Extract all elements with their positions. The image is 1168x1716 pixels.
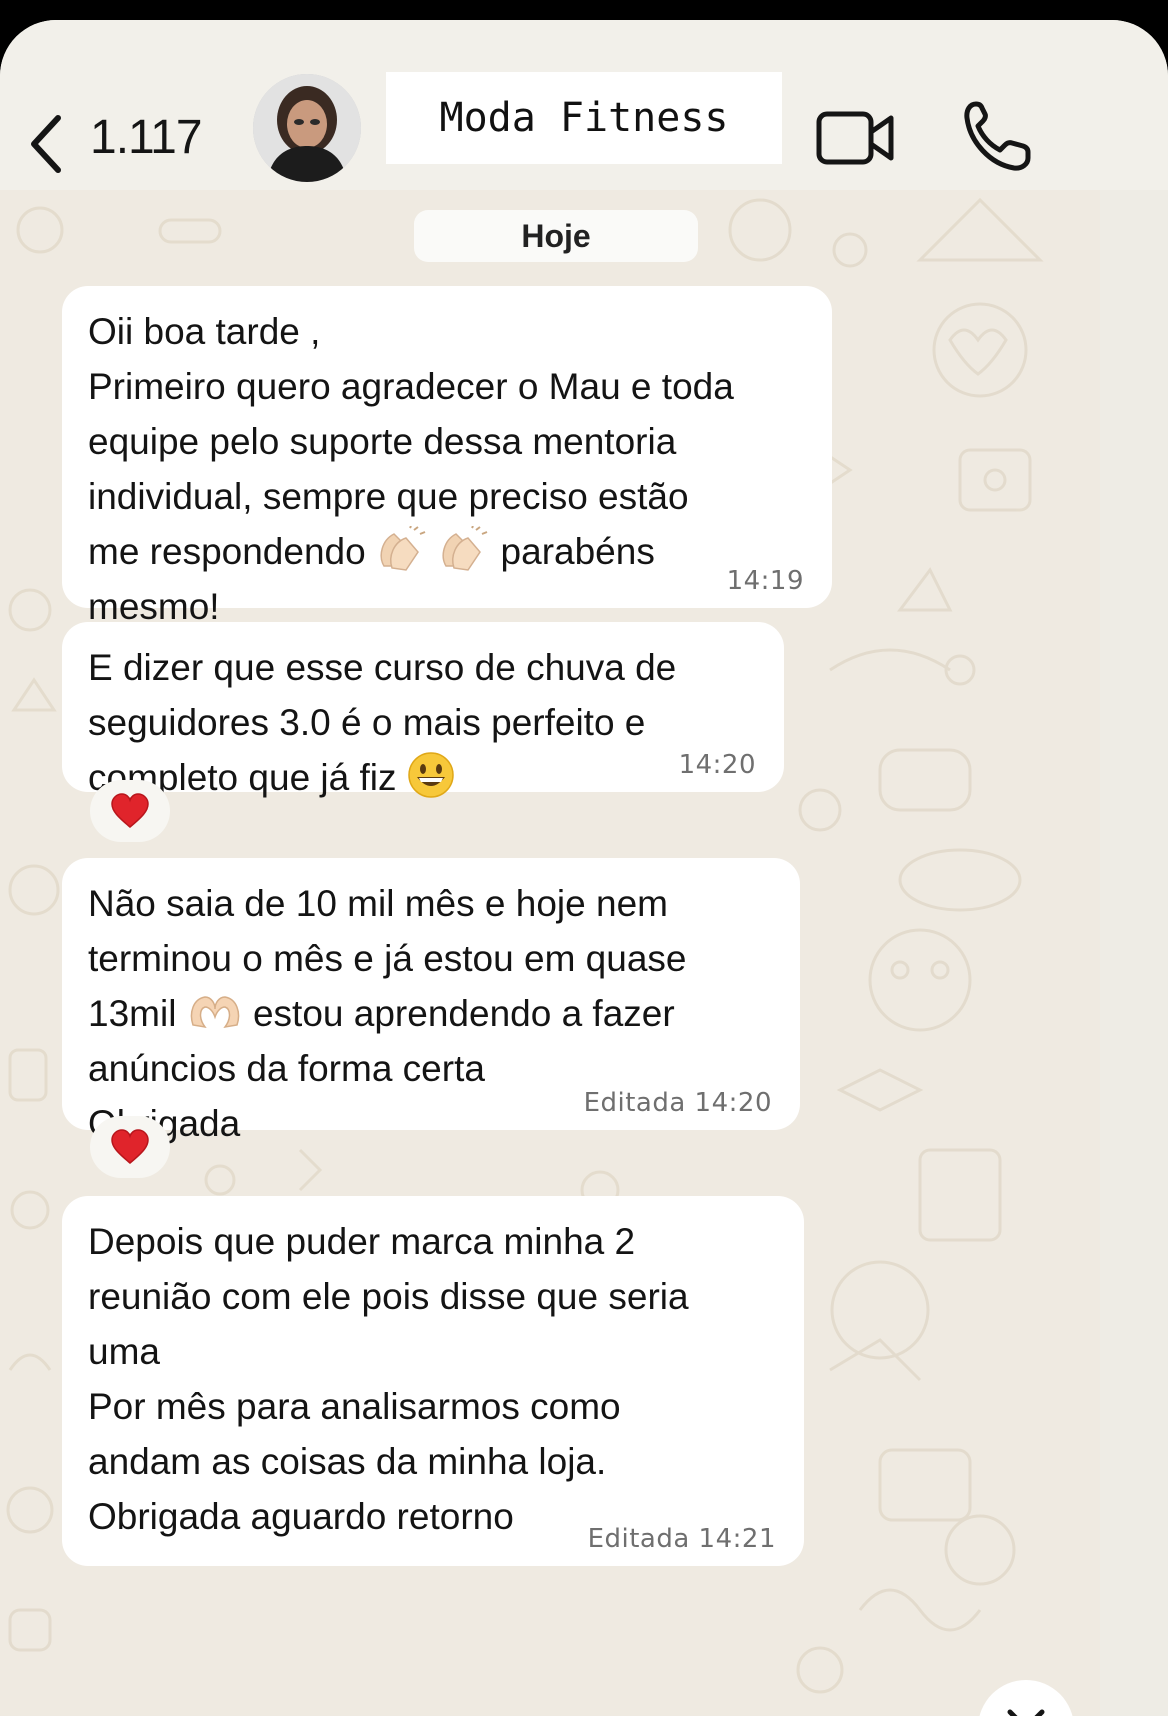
message-line-with-emoji: me respondendo parabéns bbox=[88, 524, 806, 579]
message-line: seguidores 3.0 é o mais perfeito e bbox=[88, 702, 646, 743]
video-camera-icon[interactable] bbox=[815, 106, 897, 170]
message-line: Oii boa tarde , bbox=[88, 311, 321, 352]
chat-title-box[interactable]: Moda Fitness bbox=[386, 72, 782, 164]
message-line: equipe pelo suporte dessa mentoria bbox=[88, 421, 677, 462]
message-segment: me respondendo bbox=[88, 531, 366, 572]
chat-title: Moda Fitness bbox=[439, 95, 729, 141]
message-line: uma bbox=[88, 1331, 160, 1372]
avatar[interactable] bbox=[253, 74, 361, 182]
message-line: individual, sempre que preciso estão bbox=[88, 476, 689, 517]
phone-screen: 1.117 Moda Fitness Hoje Oii boa tarde , … bbox=[0, 20, 1168, 1716]
message-line: E dizer que esse curso de chuva de bbox=[88, 647, 677, 688]
clapping-hands-icon bbox=[442, 526, 488, 572]
message-text: E dizer que esse curso de chuva de segui… bbox=[88, 640, 758, 805]
message-bubble[interactable]: Não saia de 10 mil mês e hoje nem termin… bbox=[62, 858, 800, 1144]
chat-area[interactable]: Hoje Oii boa tarde , Primeiro quero agra… bbox=[0, 190, 1100, 1716]
message-time: Editada 14:21 bbox=[587, 1524, 776, 1554]
message-text: Oii boa tarde , Primeiro quero agradecer… bbox=[88, 304, 806, 634]
message-line: Por mês para analisarmos como bbox=[88, 1386, 621, 1427]
message-bubble[interactable]: Depois que puder marca minha 2 reunião c… bbox=[62, 1196, 804, 1566]
heart-icon bbox=[111, 1129, 149, 1164]
message-line-with-emoji: 13mil estou aprendendo a fazer bbox=[88, 986, 774, 1041]
message-line-with-emoji: completo que já fiz bbox=[88, 750, 758, 805]
reaction-badge[interactable]: ❤️ bbox=[90, 780, 170, 842]
grinning-face-icon bbox=[408, 752, 454, 798]
avatar-photo bbox=[253, 74, 361, 182]
message-text: Depois que puder marca minha 2 reunião c… bbox=[88, 1214, 778, 1544]
message-line: Não saia de 10 mil mês e hoje nem bbox=[88, 883, 668, 924]
message-line: reunião com ele pois disse que seria bbox=[88, 1276, 689, 1317]
message-bubble[interactable]: E dizer que esse curso de chuva de segui… bbox=[62, 622, 784, 798]
message-line: terminou o mês e já estou em quase bbox=[88, 938, 687, 979]
date-separator: Hoje bbox=[414, 210, 698, 262]
reaction-badge[interactable]: ❤️ bbox=[90, 1116, 170, 1178]
message-segment: estou aprendendo a fazer bbox=[252, 993, 675, 1034]
chevron-left-icon bbox=[31, 115, 61, 173]
message-time: 14:20 bbox=[678, 750, 756, 780]
chevron-down-icon bbox=[1007, 1709, 1045, 1716]
message-segment: 13mil bbox=[88, 993, 177, 1034]
clapping-hands-icon bbox=[380, 526, 426, 572]
chat-header: 1.117 Moda Fitness bbox=[0, 20, 1168, 190]
scroll-to-bottom-button[interactable] bbox=[978, 1680, 1074, 1716]
message-time: 14:19 bbox=[726, 566, 804, 596]
message-time: Editada 14:20 bbox=[583, 1088, 772, 1118]
back-button[interactable]: 1.117 bbox=[26, 100, 226, 190]
heart-hands-icon bbox=[190, 996, 239, 1029]
message-line: andam as coisas da minha loja. bbox=[88, 1441, 607, 1482]
phone-icon[interactable] bbox=[962, 98, 1032, 174]
unread-count: 1.117 bbox=[90, 111, 203, 164]
message-segment: parabéns bbox=[500, 531, 655, 572]
message-line: Depois que puder marca minha 2 bbox=[88, 1221, 636, 1262]
message-bubble[interactable]: Oii boa tarde , Primeiro quero agradecer… bbox=[62, 286, 832, 627]
heart-icon bbox=[111, 793, 149, 828]
message-line: Primeiro quero agradecer o Mau e toda bbox=[88, 366, 734, 407]
